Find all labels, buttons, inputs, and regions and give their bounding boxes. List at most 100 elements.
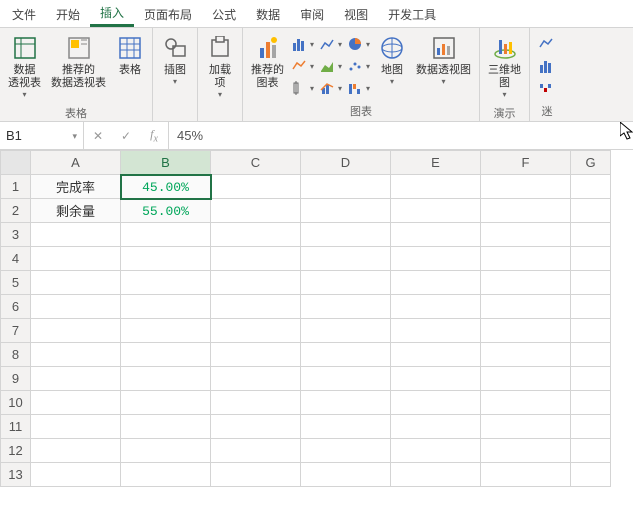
cell[interactable] bbox=[571, 223, 611, 247]
cell[interactable] bbox=[211, 223, 301, 247]
cell[interactable] bbox=[31, 415, 121, 439]
cell[interactable] bbox=[481, 367, 571, 391]
cell[interactable] bbox=[571, 247, 611, 271]
select-all-corner[interactable] bbox=[1, 151, 31, 175]
cell[interactable] bbox=[301, 391, 391, 415]
cell[interactable] bbox=[301, 367, 391, 391]
illustrations-button[interactable]: 插图 ▾ bbox=[157, 30, 193, 90]
cell[interactable] bbox=[211, 415, 301, 439]
cell[interactable] bbox=[481, 439, 571, 463]
row-header-10[interactable]: 10 bbox=[1, 391, 31, 415]
row-header-8[interactable]: 8 bbox=[1, 343, 31, 367]
column-chart-button[interactable]: ▾ bbox=[290, 34, 316, 54]
row-header-9[interactable]: 9 bbox=[1, 367, 31, 391]
cell[interactable] bbox=[301, 319, 391, 343]
cell[interactable] bbox=[121, 247, 211, 271]
row-header-3[interactable]: 3 bbox=[1, 223, 31, 247]
cell[interactable] bbox=[31, 247, 121, 271]
tab-formulas[interactable]: 公式 bbox=[202, 2, 246, 26]
cell[interactable] bbox=[31, 319, 121, 343]
cell-A2[interactable]: 剩余量 bbox=[31, 199, 121, 223]
cell[interactable] bbox=[571, 391, 611, 415]
cell[interactable] bbox=[391, 367, 481, 391]
recommended-charts-button[interactable]: 推荐的 图表 bbox=[247, 30, 288, 94]
cell[interactable] bbox=[571, 343, 611, 367]
spreadsheet-grid[interactable]: A B C D E F G 1 完成率 45.00% 2 剩余量 55.00% bbox=[0, 150, 633, 487]
row-header-7[interactable]: 7 bbox=[1, 319, 31, 343]
cell[interactable] bbox=[301, 415, 391, 439]
addins-button[interactable]: 加载 项 ▾ bbox=[202, 30, 238, 103]
3d-map-button[interactable]: 三维地 图 ▾ bbox=[484, 30, 525, 103]
cell[interactable] bbox=[571, 175, 611, 199]
cell[interactable] bbox=[301, 199, 391, 223]
cell[interactable] bbox=[121, 271, 211, 295]
cell[interactable] bbox=[31, 439, 121, 463]
cell[interactable] bbox=[211, 271, 301, 295]
row-header-5[interactable]: 5 bbox=[1, 271, 31, 295]
cell[interactable] bbox=[31, 391, 121, 415]
cell[interactable] bbox=[481, 295, 571, 319]
cell[interactable] bbox=[481, 223, 571, 247]
column-header-A[interactable]: A bbox=[31, 151, 121, 175]
cell[interactable] bbox=[211, 175, 301, 199]
column-header-E[interactable]: E bbox=[391, 151, 481, 175]
tab-data[interactable]: 数据 bbox=[246, 2, 290, 26]
tab-insert[interactable]: 插入 bbox=[90, 0, 134, 27]
cell[interactable] bbox=[301, 439, 391, 463]
cell[interactable] bbox=[301, 175, 391, 199]
cell[interactable] bbox=[571, 415, 611, 439]
cell[interactable] bbox=[301, 271, 391, 295]
cell[interactable] bbox=[211, 343, 301, 367]
row-header-11[interactable]: 11 bbox=[1, 415, 31, 439]
cell[interactable] bbox=[571, 367, 611, 391]
formula-input[interactable] bbox=[169, 122, 633, 149]
cell[interactable] bbox=[391, 271, 481, 295]
cell[interactable] bbox=[571, 295, 611, 319]
cell[interactable] bbox=[571, 271, 611, 295]
pivot-table-button[interactable]: 数据 透视表 ▾ bbox=[4, 30, 45, 103]
cell[interactable] bbox=[211, 391, 301, 415]
column-header-G[interactable]: G bbox=[571, 151, 611, 175]
statistic-chart-button[interactable]: ▾ bbox=[290, 78, 316, 98]
sparkline-column-button[interactable] bbox=[534, 56, 560, 76]
cell[interactable] bbox=[571, 319, 611, 343]
cell[interactable] bbox=[391, 319, 481, 343]
row-header-2[interactable]: 2 bbox=[1, 199, 31, 223]
waterfall-chart-button[interactable]: ▾ bbox=[346, 78, 372, 98]
cell[interactable] bbox=[211, 367, 301, 391]
cell[interactable] bbox=[301, 223, 391, 247]
row-header-12[interactable]: 12 bbox=[1, 439, 31, 463]
cell[interactable] bbox=[121, 343, 211, 367]
cell[interactable] bbox=[571, 463, 611, 487]
row-header-6[interactable]: 6 bbox=[1, 295, 31, 319]
cell[interactable] bbox=[211, 295, 301, 319]
column-header-F[interactable]: F bbox=[481, 151, 571, 175]
tab-file[interactable]: 文件 bbox=[2, 2, 46, 26]
cancel-button[interactable]: ✕ bbox=[84, 122, 112, 149]
cell[interactable] bbox=[481, 247, 571, 271]
cell[interactable] bbox=[481, 463, 571, 487]
cell[interactable] bbox=[31, 463, 121, 487]
cell[interactable] bbox=[391, 439, 481, 463]
cell[interactable] bbox=[121, 223, 211, 247]
cell[interactable] bbox=[31, 367, 121, 391]
cell[interactable] bbox=[121, 415, 211, 439]
cell[interactable] bbox=[391, 223, 481, 247]
enter-button[interactable]: ✓ bbox=[112, 122, 140, 149]
cell[interactable] bbox=[211, 199, 301, 223]
cell[interactable] bbox=[121, 439, 211, 463]
cell-A1[interactable]: 完成率 bbox=[31, 175, 121, 199]
cell[interactable] bbox=[211, 247, 301, 271]
cell[interactable] bbox=[481, 271, 571, 295]
fx-button[interactable]: fx bbox=[140, 122, 168, 149]
tab-view[interactable]: 视图 bbox=[334, 2, 378, 26]
scatter-chart-button[interactable]: ▾ bbox=[346, 56, 372, 76]
cell[interactable] bbox=[391, 415, 481, 439]
cell[interactable] bbox=[211, 463, 301, 487]
row-header-1[interactable]: 1 bbox=[1, 175, 31, 199]
cell[interactable] bbox=[31, 271, 121, 295]
name-box[interactable]: B1 ▾ bbox=[0, 122, 84, 149]
line-chart-button[interactable]: ▾ bbox=[318, 34, 344, 54]
cell[interactable] bbox=[301, 247, 391, 271]
cell[interactable] bbox=[121, 367, 211, 391]
